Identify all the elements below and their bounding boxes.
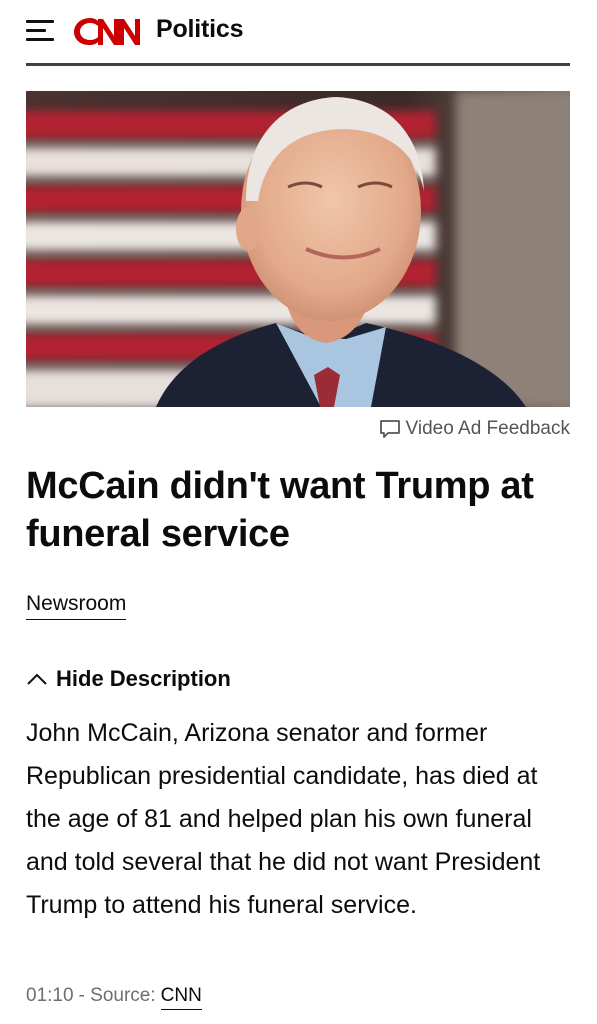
source-separator: - Source:: [78, 985, 156, 1006]
section-politics-link[interactable]: Politics: [156, 15, 244, 44]
site-header: Politics: [26, 0, 570, 66]
ad-feedback-label: Video Ad Feedback: [405, 418, 570, 439]
chevron-up-icon: [27, 673, 47, 685]
comment-bubble-icon: [379, 420, 400, 438]
hamburger-menu-icon[interactable]: [26, 18, 56, 44]
video-duration: 01:10: [26, 985, 74, 1006]
byline-link[interactable]: Newsroom: [26, 592, 127, 620]
video-description: John McCain, Arizona senator and former …: [26, 719, 541, 919]
source-link[interactable]: CNN: [160, 985, 202, 1010]
cnn-logo[interactable]: [70, 12, 148, 50]
video-ad-feedback[interactable]: Video Ad Feedback: [379, 418, 570, 440]
video-meta: 01:10 - Source: CNN: [26, 985, 202, 1010]
hide-description-button[interactable]: Hide Description: [26, 666, 231, 692]
video-thumbnail: [26, 91, 570, 407]
video-player[interactable]: [26, 91, 570, 407]
video-headline: McCain didn't want Trump at funeral serv…: [26, 465, 534, 555]
hide-description-label: Hide Description: [56, 666, 231, 691]
